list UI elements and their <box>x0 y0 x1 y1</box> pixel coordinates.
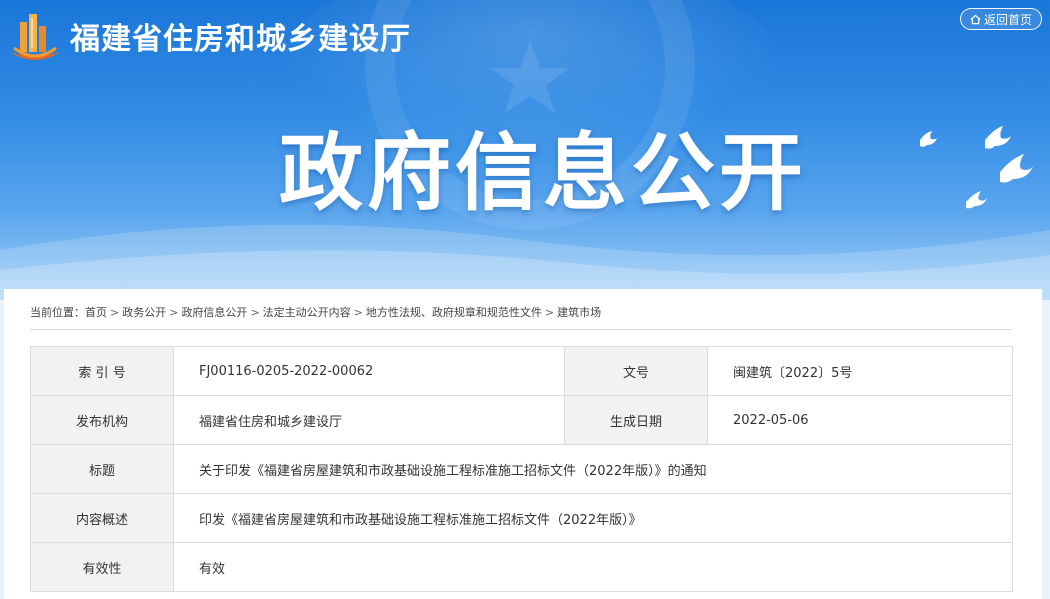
breadcrumb-separator: > <box>544 306 555 319</box>
breadcrumb-separator: > <box>353 306 363 319</box>
breadcrumb-item-affairs[interactable]: 政务公开 <box>122 306 166 319</box>
breadcrumb-prefix: 当前位置： <box>30 306 85 319</box>
date-value: 2022-05-06 <box>707 395 1013 445</box>
site-title[interactable]: 福建省住房和城乡建设厅 <box>70 14 411 58</box>
home-icon <box>970 14 981 24</box>
breadcrumb-item-regulations[interactable]: 地方性法规、政府规章和规范性文件 <box>366 306 542 319</box>
dove-icon <box>920 126 1033 209</box>
header-banner: 福建省住房和城乡建设厅 返回首页 政府信息公开 <box>0 0 1050 300</box>
summary-value: 印发《福建省房屋建筑和市政基础设施工程标准施工招标文件（2022年版）》 <box>173 493 1013 543</box>
table-row: 有效性 有效 <box>30 542 1013 592</box>
date-label: 生成日期 <box>564 395 708 445</box>
breadcrumb-divider <box>30 329 1012 330</box>
index-number-value: FJ00116-0205-2022-00062 <box>173 346 565 396</box>
validity-label: 有效性 <box>30 542 174 592</box>
breadcrumb-separator: > <box>250 306 260 319</box>
breadcrumb-item-home[interactable]: 首页 <box>85 306 107 319</box>
summary-label: 内容概述 <box>30 493 174 543</box>
table-row: 发布机构 福建省住房和城乡建设厅 生成日期 2022-05-06 <box>30 395 1013 445</box>
building-logo-icon <box>10 14 60 60</box>
main-content: 当前位置：首页 > 政务公开 > 政府信息公开 > 法定主动公开内容 > 地方性法规、政府规章和… <box>4 289 1042 599</box>
publisher-value: 福建省住房和城乡建设厅 <box>173 395 565 445</box>
breadcrumb-separator: > <box>169 306 179 319</box>
title-value: 关于印发《福建省房屋建筑和市政基础设施工程标准施工招标文件（2022年版）》的通… <box>173 444 1013 494</box>
banner-title: 政府信息公开 <box>279 124 808 222</box>
title-label: 标题 <box>30 444 174 494</box>
breadcrumb: 当前位置：首页 > 政务公开 > 政府信息公开 > 法定主动公开内容 > 地方性法规、政府规章和… <box>30 306 1012 328</box>
home-button[interactable]: 返回首页 <box>960 8 1042 30</box>
index-number-label: 索 引 号 <box>30 346 174 396</box>
breadcrumb-item-gov-info[interactable]: 政府信息公开 <box>181 306 247 319</box>
document-info-table: 索 引 号 FJ00116-0205-2022-00062 文号 闽建筑〔202… <box>30 346 1013 592</box>
table-row: 标题 关于印发《福建省房屋建筑和市政基础设施工程标准施工招标文件（2022年版）… <box>30 444 1013 494</box>
validity-value: 有效 <box>173 542 1013 592</box>
table-row: 索 引 号 FJ00116-0205-2022-00062 文号 闽建筑〔202… <box>30 346 1013 396</box>
document-number-value: 闽建筑〔2022〕5号 <box>707 346 1013 396</box>
breadcrumb-item-construction-market[interactable]: 建筑市场 <box>557 306 601 319</box>
breadcrumb-item-statutory[interactable]: 法定主动公开内容 <box>263 306 351 319</box>
home-button-label: 返回首页 <box>983 12 1032 27</box>
document-number-label: 文号 <box>564 346 708 396</box>
breadcrumb-separator: > <box>110 306 120 319</box>
table-row: 内容概述 印发《福建省房屋建筑和市政基础设施工程标准施工招标文件（2022年版）… <box>30 493 1013 543</box>
publisher-label: 发布机构 <box>30 395 174 445</box>
